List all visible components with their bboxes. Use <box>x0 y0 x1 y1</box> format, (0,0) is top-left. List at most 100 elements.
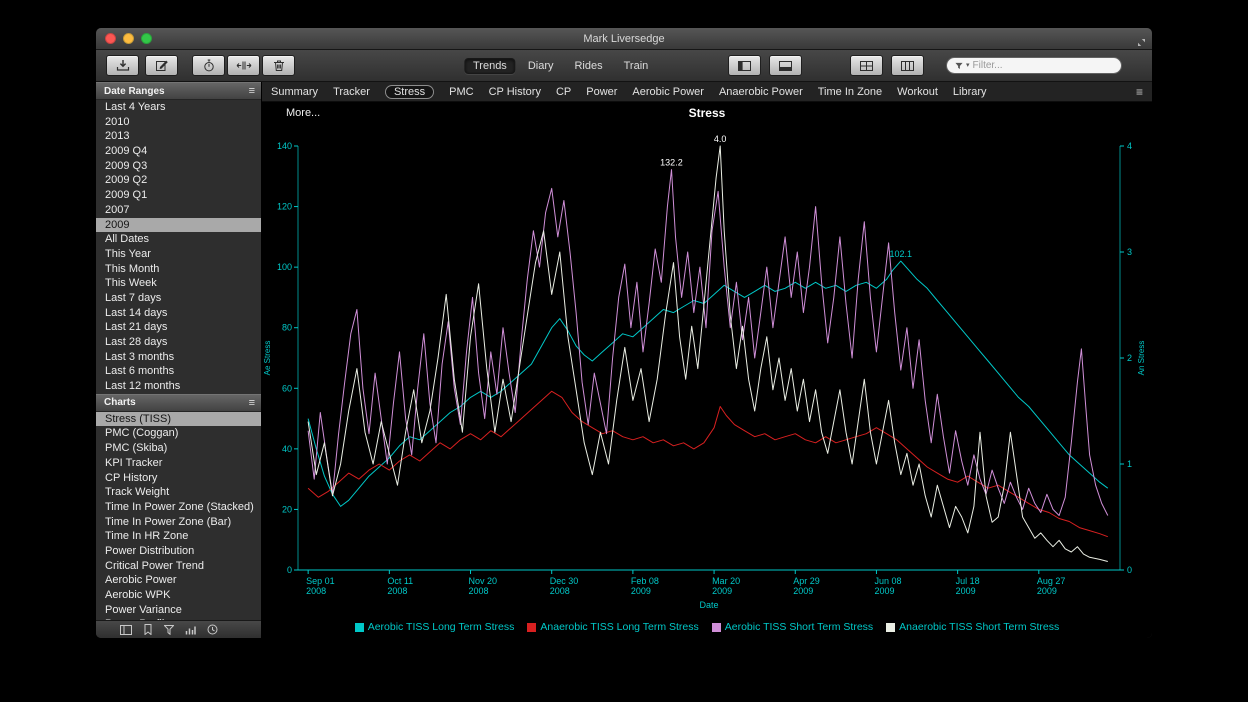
tab-cp-history[interactable]: CP History <box>489 86 541 98</box>
y2-tick-label: 2 <box>1127 353 1132 363</box>
date-range-this-year[interactable]: This Year <box>96 247 261 262</box>
filter-icon[interactable] <box>164 625 174 635</box>
chart-item-pmc-coggan[interactable]: PMC (Coggan) <box>96 426 261 441</box>
view-tab-diary[interactable]: Diary <box>519 58 563 74</box>
tile-view-button[interactable] <box>850 55 883 76</box>
chart-item-stress-tiss[interactable]: Stress (TISS) <box>96 412 261 427</box>
sidebar-bottom-bar <box>96 620 261 638</box>
date-range-last-6-months[interactable]: Last 6 months <box>96 364 261 379</box>
tab-cp[interactable]: CP <box>556 86 571 98</box>
tab-power[interactable]: Power <box>586 86 617 98</box>
chart-item-power-variance[interactable]: Power Variance <box>96 603 261 618</box>
chart-item-aerobic-power[interactable]: Aerobic Power <box>96 573 261 588</box>
date-range-last-12-months[interactable]: Last 12 months <box>96 379 261 394</box>
view-tab-train[interactable]: Train <box>615 58 658 74</box>
date-range-last-21-days[interactable]: Last 21 days <box>96 320 261 335</box>
x-tick-label: Mar 20 <box>712 576 740 586</box>
date-range-last-14-days[interactable]: Last 14 days <box>96 306 261 321</box>
charts-header[interactable]: Charts ≡ <box>96 394 261 412</box>
app-window: Mark Liversedge TrendsDiaryRidesTrain <box>96 28 1152 638</box>
legend-swatch <box>712 623 721 632</box>
x-tick-label: 2008 <box>469 586 489 596</box>
tabbar-menu-icon[interactable]: ≡ <box>1136 85 1143 99</box>
download-button[interactable] <box>106 55 139 76</box>
view-tab-trends[interactable]: Trends <box>464 58 516 74</box>
date-range-this-week[interactable]: This Week <box>96 276 261 291</box>
charts-list: Stress (TISS)PMC (Coggan)PMC (Skiba)KPI … <box>96 412 261 620</box>
titlebar[interactable]: Mark Liversedge <box>96 28 1152 50</box>
date-ranges-header[interactable]: Date Ranges ≡ <box>96 82 261 100</box>
clock-icon[interactable] <box>207 624 218 635</box>
tab-workout[interactable]: Workout <box>897 86 938 98</box>
close-button[interactable] <box>105 33 116 44</box>
chart-item-kpi-tracker[interactable]: KPI Tracker <box>96 456 261 471</box>
date-range-2009-q1[interactable]: 2009 Q1 <box>96 188 261 203</box>
date-range-last-7-days[interactable]: Last 7 days <box>96 291 261 306</box>
y2-tick-label: 1 <box>1127 459 1132 469</box>
sidebar: Date Ranges ≡ Last 4 Years201020132009 Q… <box>96 82 262 638</box>
filter-field[interactable]: ▾ <box>946 57 1122 74</box>
chart-item-time-in-power-zone-bar[interactable]: Time In Power Zone (Bar) <box>96 515 261 530</box>
x-tick-label: 2009 <box>793 586 813 596</box>
chart-item-cp-history[interactable]: CP History <box>96 471 261 486</box>
date-range-2009-q3[interactable]: 2009 Q3 <box>96 159 261 174</box>
tab-summary[interactable]: Summary <box>271 86 318 98</box>
y-tick-label: 60 <box>282 383 292 393</box>
tab-anaerobic-power[interactable]: Anaerobic Power <box>719 86 803 98</box>
date-range-2007[interactable]: 2007 <box>96 203 261 218</box>
tab-time-in-zone[interactable]: Time In Zone <box>818 86 882 98</box>
chart-tabs: Summary Tracker Stress PMC CP History CP Power… <box>271 85 987 99</box>
x-tick-label: 2009 <box>956 586 976 596</box>
legend-label: Aerobic TISS Long Term Stress <box>368 621 515 633</box>
traffic-lights <box>105 33 152 44</box>
layout-view-button[interactable] <box>891 55 924 76</box>
x-tick-label: Jul 18 <box>956 576 980 586</box>
chart-item-critical-power-trend[interactable]: Critical Power Trend <box>96 559 261 574</box>
stress-chart[interactable]: Sep 012008Oct 112008Nov 202008Dec 302008… <box>262 124 1152 616</box>
bookmark-icon[interactable] <box>143 624 153 635</box>
chart-item-track-weight[interactable]: Track Weight <box>96 485 261 500</box>
filter-input[interactable] <box>973 60 1113 71</box>
stopwatch-button[interactable] <box>192 55 225 76</box>
trash-button[interactable] <box>262 55 295 76</box>
tab-tracker[interactable]: Tracker <box>333 86 370 98</box>
toolbar: TrendsDiaryRidesTrain ▾ <box>96 50 1152 82</box>
sidebar-toggle-button[interactable] <box>728 55 761 76</box>
y-tick-label: 120 <box>277 202 292 212</box>
tab-library[interactable]: Library <box>953 86 987 98</box>
chart-item-time-in-power-zone-stacked[interactable]: Time In Power Zone (Stacked) <box>96 500 261 515</box>
date-range-2009[interactable]: 2009 <box>96 218 261 233</box>
date-range-all-dates[interactable]: All Dates <box>96 232 261 247</box>
intervals-button[interactable] <box>227 55 260 76</box>
compose-button[interactable] <box>145 55 178 76</box>
minimize-button[interactable] <box>123 33 134 44</box>
date-ranges-header-label: Date Ranges <box>104 86 165 97</box>
chart-item-pmc-skiba[interactable]: PMC (Skiba) <box>96 441 261 456</box>
date-range-last-4-years[interactable]: Last 4 Years <box>96 100 261 115</box>
chart-icon[interactable] <box>185 625 196 635</box>
panel-icon[interactable] <box>120 625 132 635</box>
tab-aerobic-power[interactable]: Aerobic Power <box>632 86 704 98</box>
view-tab-rides[interactable]: Rides <box>565 58 611 74</box>
legend-anaerobic-tiss-short-term-stress: Anaerobic TISS Short Term Stress <box>886 621 1059 633</box>
chart-item-time-in-hr-zone[interactable]: Time In HR Zone <box>96 529 261 544</box>
date-range-last-3-months[interactable]: Last 3 months <box>96 350 261 365</box>
chart-title: Stress <box>262 106 1152 120</box>
lowbar-toggle-button[interactable] <box>769 55 802 76</box>
menu-icon[interactable]: ≡ <box>249 397 255 409</box>
tab-pmc[interactable]: PMC <box>449 86 473 98</box>
date-range-last-28-days[interactable]: Last 28 days <box>96 335 261 350</box>
date-range-2009-q2[interactable]: 2009 Q2 <box>96 173 261 188</box>
view-switcher: TrendsDiaryRidesTrain <box>464 58 657 74</box>
zoom-button[interactable] <box>141 33 152 44</box>
chart-item-power-distribution[interactable]: Power Distribution <box>96 544 261 559</box>
chart-item-aerobic-wpk[interactable]: Aerobic WPK <box>96 588 261 603</box>
date-range-this-month[interactable]: This Month <box>96 262 261 277</box>
tab-stress[interactable]: Stress <box>385 85 434 99</box>
date-range-2010[interactable]: 2010 <box>96 115 261 130</box>
date-range-2013[interactable]: 2013 <box>96 129 261 144</box>
y-tick-label: 80 <box>282 323 292 333</box>
menu-icon[interactable]: ≡ <box>249 85 255 97</box>
date-range-2009-q4[interactable]: 2009 Q4 <box>96 144 261 159</box>
chevron-down-icon: ▾ <box>966 62 970 69</box>
